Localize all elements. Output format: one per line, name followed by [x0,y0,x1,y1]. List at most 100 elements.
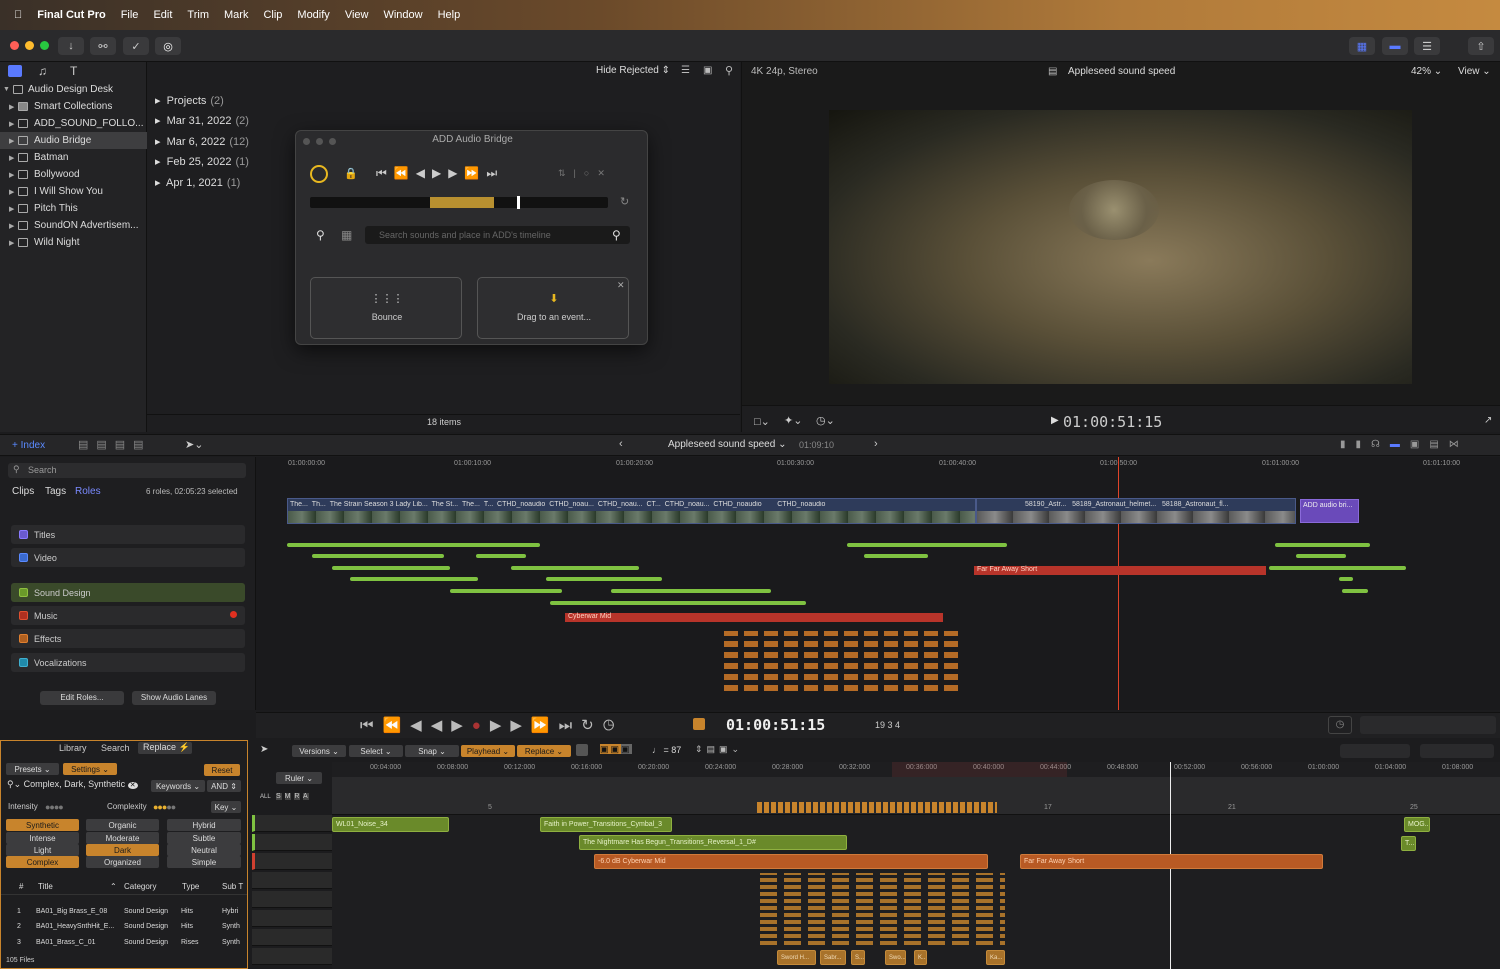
list-view-icon[interactable]: ☰ [681,65,690,76]
viewer-view-menu[interactable]: View ⌄ [1458,66,1491,77]
grid-icon[interactable]: ▦ [341,228,352,242]
clip-k[interactable]: K... [914,950,927,965]
bounce-button[interactable]: ⋮⋮⋮ Bounce [310,277,462,339]
menu-clip[interactable]: Clip [263,9,282,21]
show-audio-lanes-button[interactable]: Show Audio Lanes [132,691,216,705]
menu-app-name[interactable]: Final Cut Pro [37,9,105,21]
share-icon[interactable]: ⇧ [1468,37,1494,55]
playhead[interactable] [1118,457,1119,710]
inspector-layout-icon[interactable]: ☰ [1414,37,1440,55]
speed-icon[interactable]: ◷⌄ [816,414,835,427]
viewer-zoom[interactable]: 42% ⌄ [1411,66,1442,77]
key-dropdown[interactable]: Key ⌄ [211,801,241,813]
browser-row-mar31[interactable]: ▸ Mar 31, 2022 (2) [155,114,249,127]
result-row-2[interactable]: 2 BA01_HeavySnthHit_E... Sound Design Hits S… [1,920,247,934]
tag-organic[interactable]: Organic [86,819,159,831]
menu-trim[interactable]: Trim [187,9,209,21]
add-audio-bridge-clip[interactable]: ADD audio bri... [1300,499,1359,523]
library-item-audio-design-desk[interactable]: ▼ Audio Design Desk [0,81,147,98]
plugin-tool-icons[interactable]: ⇅|○✕ [558,168,613,179]
photos-audio-icon[interactable]: ♫ [38,64,47,78]
tool-select-icon[interactable]: ➤⌄ [185,438,203,451]
far-far-away-clip[interactable]: Far Far Away Short [974,566,1266,575]
tab-library[interactable]: Library [59,743,87,753]
role-sound-design[interactable]: Sound Design [11,583,245,602]
tab-roles[interactable]: Roles [75,486,101,497]
result-row-1[interactable]: 1 BA01_Big Brass_E_08 Sound Design Hits Hybr… [1,905,247,919]
tag-complex[interactable]: Complex [6,856,79,868]
settings-dropdown[interactable]: Settings ⌄ [63,763,117,775]
pointer-icon[interactable]: ➤ [260,744,268,755]
library-item-bollywood[interactable]: ▶ Bollywood [0,166,147,183]
dismiss-icon[interactable]: ✕ [617,280,625,291]
track-header[interactable] [252,872,332,889]
back-icon[interactable]: ‹ [619,438,623,450]
astronaut-clips[interactable]: 58190_Astr... 58189_Astronaut_helmet... … [976,498,1296,524]
apple-icon[interactable]:  [14,9,22,21]
tag-light[interactable]: Light [6,844,79,856]
tag-hybrid[interactable]: Hybrid [167,819,241,831]
snap-dropdown[interactable]: Snap ⌄ [405,745,459,757]
complexity-dots[interactable]: ●●●●● [153,802,176,812]
marker-cluster[interactable] [757,802,997,813]
add-transport-controls[interactable]: ⏮⏪◀◀▶●▶▶⏩⏭↻◷ [360,716,624,734]
edit-roles-button[interactable]: Edit Roles... [40,691,124,705]
menu-mark[interactable]: Mark [224,9,248,21]
plugin-search-icon[interactable]: ⚲ [316,228,325,242]
versions-dropdown[interactable]: Versions ⌄ [292,745,346,757]
marker-icon[interactable] [693,718,705,730]
tab-tags[interactable]: Tags [45,486,66,497]
menu-view[interactable]: View [345,9,369,21]
background-tasks-icon[interactable]: ✓ [123,37,149,55]
filmstrip-icon[interactable]: ▣ [703,65,712,76]
clip-swo[interactable]: Swo... [885,950,906,965]
menu-modify[interactable]: Modify [297,9,329,21]
library-item-smart-collections[interactable]: ▶ Smart Collections [0,98,147,115]
solo-mute-buttons[interactable]: S M R A [276,793,309,800]
tempo-field[interactable]: ♩ = 87 [652,745,681,755]
viewer-play-button[interactable]: ▶ [1051,415,1059,426]
menu-file[interactable]: File [121,9,139,21]
clock-icon[interactable]: ◷ [1328,716,1352,734]
index-search-input[interactable]: Search [8,463,246,478]
reset-button[interactable]: Reset [204,764,240,776]
sfx-clip-grid[interactable] [760,873,1005,945]
track-header[interactable] [252,948,332,965]
project-name[interactable]: Appleseed sound speed ⌄ [668,439,786,450]
role-titles[interactable]: Titles [11,525,245,544]
clip-faith-in-power[interactable]: Faith in Power_Transitions_Cymbal_3 [540,817,672,832]
browser-layout-icon[interactable]: ▦ [1349,37,1375,55]
role-vocalizations[interactable]: Vocalizations [11,653,245,672]
role-music[interactable]: Music [11,606,245,625]
library-item-audio-bridge[interactable]: ▶ Audio Bridge [0,132,147,149]
select-dropdown[interactable]: Select ⌄ [349,745,403,757]
tab-search[interactable]: Search [101,743,130,753]
plugin-search-submit-icon[interactable]: ⚲ [612,228,621,242]
tag-organized[interactable]: Organized [86,856,159,868]
lock-icon[interactable]: 🔒 [344,167,358,180]
role-effects[interactable]: Effects [11,629,245,648]
timeline-view-icons[interactable]: ▮▮☊▬▣▤⋈ [1340,439,1469,450]
track-header[interactable] [252,929,332,946]
menu-window[interactable]: Window [383,9,422,21]
fullscreen-icon[interactable]: ↗ [1484,415,1492,426]
keywords-icon[interactable]: ⚯ [90,37,116,55]
tag-synthetic[interactable]: Synthetic [6,819,79,831]
forward-icon[interactable]: › [874,438,878,450]
tab-replace[interactable]: Replace ⚡ [138,742,192,754]
library-item-add-sound-folder[interactable]: ▶ ADD_SOUND_FOLLO... [0,115,147,132]
track-header[interactable] [252,910,332,927]
replace-dropdown[interactable]: Replace ⌄ [517,745,571,757]
tab-clips[interactable]: Clips [12,486,34,497]
toggle-icons[interactable]: ▣▣▣ [600,744,632,755]
library-item-soundon[interactable]: ▶ SoundON Advertisem... [0,217,147,234]
clip-sabre[interactable]: Sabr... [820,950,846,965]
edit-mode-icons[interactable]: ▤▤▤▤ [78,438,152,451]
result-row-3[interactable]: 3 BA01_Brass_C_01 Sound Design Rises Synth [1,936,247,950]
timeline-layout-icon[interactable]: ▬ [1382,37,1408,55]
and-dropdown[interactable]: AND ⇕ [207,780,241,792]
library-item-pitch-this[interactable]: ▶ Pitch This [0,200,147,217]
browser-row-mar6[interactable]: ▸ Mar 6, 2022 (12) [155,135,249,148]
cyberwar-mid-clip[interactable]: Cyberwar Mid [565,613,943,622]
playhead-dropdown[interactable]: Playhead ⌄ [461,745,515,757]
